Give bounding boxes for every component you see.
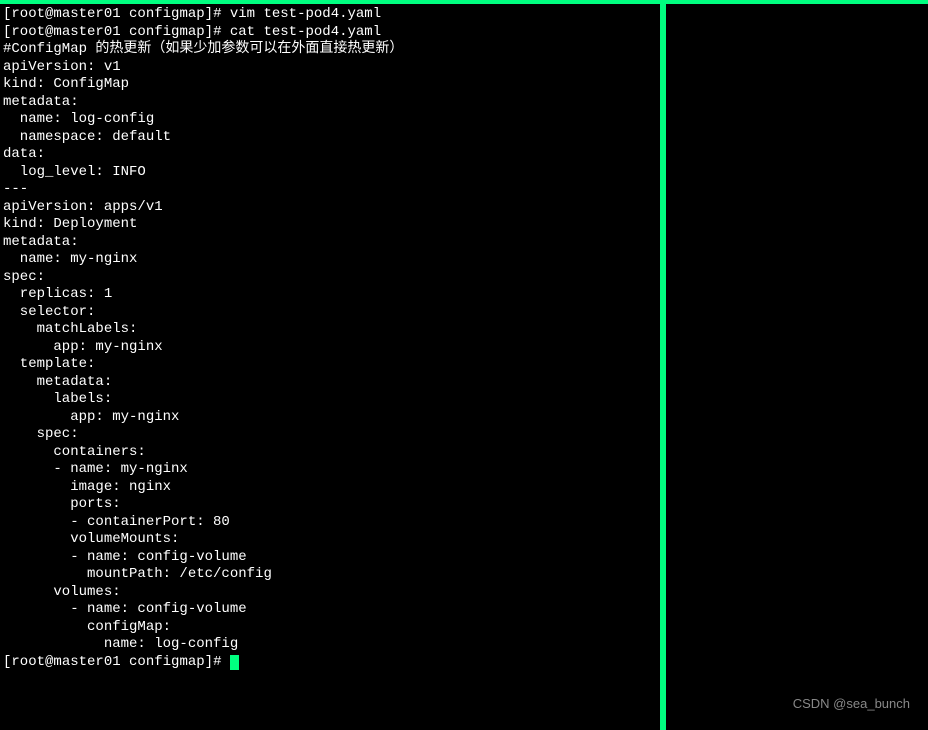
- output-line: - containerPort: 80: [3, 514, 660, 532]
- output-line: containers:: [3, 444, 660, 462]
- cursor-icon: [230, 655, 239, 670]
- output-line: data:: [3, 146, 660, 164]
- output-line: #ConfigMap 的热更新（如果少加参数可以在外面直接热更新）: [3, 41, 660, 59]
- output-line: metadata:: [3, 234, 660, 252]
- output-line: selector:: [3, 304, 660, 322]
- prompt-hash: #: [213, 654, 221, 670]
- prompt-close-bracket: ]: [205, 6, 213, 22]
- prompt-close-bracket: ]: [205, 24, 213, 40]
- output-line: name: log-config: [3, 111, 660, 129]
- output-line: name: log-config: [3, 636, 660, 654]
- output-line: apiVersion: apps/v1: [3, 199, 660, 217]
- command-text: vim test-pod4.yaml: [230, 6, 381, 22]
- output-line: kind: Deployment: [3, 216, 660, 234]
- prompt-user-host: root@master01: [11, 24, 120, 40]
- prompt-cwd: configmap: [129, 24, 205, 40]
- prompt-cwd: configmap: [129, 654, 205, 670]
- output-line: metadata:: [3, 374, 660, 392]
- output-line: app: my-nginx: [3, 409, 660, 427]
- output-line: volumeMounts:: [3, 531, 660, 549]
- terminal-right-panel[interactable]: CSDN @sea_bunch: [666, 4, 928, 730]
- output-line: mountPath: /etc/config: [3, 566, 660, 584]
- output-line: - name: config-volume: [3, 601, 660, 619]
- prompt-close-bracket: ]: [205, 654, 213, 670]
- prompt-user-host: root@master01: [11, 6, 120, 22]
- output-line: log_level: INFO: [3, 164, 660, 182]
- output-line: labels:: [3, 391, 660, 409]
- output-line: image: nginx: [3, 479, 660, 497]
- output-line: app: my-nginx: [3, 339, 660, 357]
- prompt-user-host: root@master01: [11, 654, 120, 670]
- output-line: namespace: default: [3, 129, 660, 147]
- output-line: template:: [3, 356, 660, 374]
- output-line: name: my-nginx: [3, 251, 660, 269]
- output-line: spec:: [3, 269, 660, 287]
- terminal-window: [root@master01 configmap]# vim test-pod4…: [0, 0, 928, 730]
- watermark-text: CSDN @sea_bunch: [793, 696, 910, 712]
- output-line: apiVersion: v1: [3, 59, 660, 77]
- output-line: matchLabels:: [3, 321, 660, 339]
- output-line: metadata:: [3, 94, 660, 112]
- command-text: cat test-pod4.yaml: [230, 24, 381, 40]
- output-line: - name: my-nginx: [3, 461, 660, 479]
- output-line: spec:: [3, 426, 660, 444]
- output-line: kind: ConfigMap: [3, 76, 660, 94]
- output-line: - name: config-volume: [3, 549, 660, 567]
- prompt-cwd: configmap: [129, 6, 205, 22]
- prompt-hash: #: [213, 24, 221, 40]
- prompt-hash: #: [213, 6, 221, 22]
- prompt-line-2: [root@master01 configmap]# cat test-pod4…: [3, 24, 660, 42]
- output-line: volumes:: [3, 584, 660, 602]
- output-line: replicas: 1: [3, 286, 660, 304]
- output-line: ports:: [3, 496, 660, 514]
- output-line: configMap:: [3, 619, 660, 637]
- prompt-line-3[interactable]: [root@master01 configmap]#: [3, 654, 660, 672]
- prompt-line-1: [root@master01 configmap]# vim test-pod4…: [3, 6, 660, 24]
- terminal-left-panel[interactable]: [root@master01 configmap]# vim test-pod4…: [0, 4, 660, 730]
- output-line: ---: [3, 181, 660, 199]
